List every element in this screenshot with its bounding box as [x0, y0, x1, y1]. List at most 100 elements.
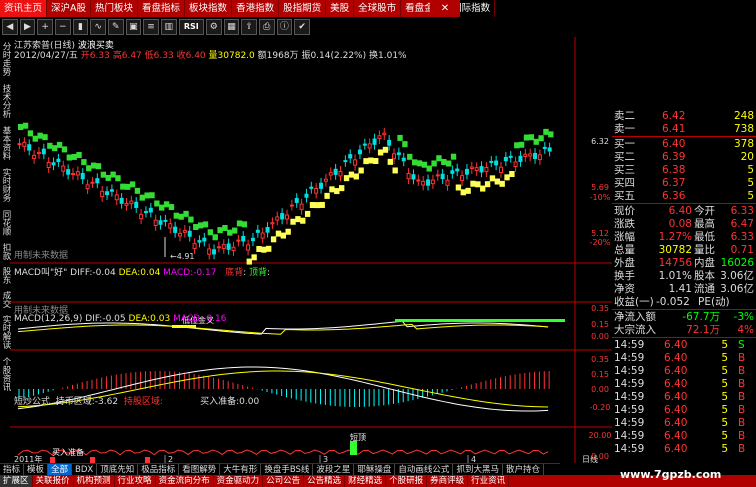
extension-tab[interactable]: 券商评级: [427, 475, 469, 487]
extension-tab[interactable]: 扩展区: [0, 475, 33, 487]
indicator-tab[interactable]: 耶稣操盘: [354, 464, 396, 475]
top-menu-item[interactable]: 板块指数: [185, 0, 233, 17]
extension-tab[interactable]: 机构预测: [74, 475, 115, 487]
quote-cell: 6.38: [662, 164, 686, 176]
wave-step: [475, 181, 481, 188]
print-icon[interactable]: ⎙: [258, 19, 275, 35]
info-icon[interactable]: ⓘ: [276, 19, 293, 35]
quote-cell: 外盘: [614, 257, 635, 269]
top-menu-item[interactable]: 热门板块: [91, 0, 139, 17]
indicator-tab[interactable]: 抓到大黑马: [453, 464, 503, 475]
extension-tab[interactable]: 关联报价: [33, 475, 74, 487]
next-icon[interactable]: ▶: [19, 19, 36, 35]
extension-tab[interactable]: 个股研报: [386, 475, 428, 487]
flow-row: 大宗流入 72.1万 4%: [612, 324, 756, 337]
wave-step: [61, 146, 68, 153]
candle-body: [338, 170, 343, 177]
left-tab[interactable]: 技术分析: [0, 81, 11, 121]
candle-body: [289, 204, 294, 207]
indicator-tab[interactable]: 极品指标: [138, 464, 180, 475]
wave-step: [261, 246, 267, 253]
candle-body: [328, 172, 333, 176]
extension-tab[interactable]: 公司公告: [263, 475, 305, 487]
close-icon[interactable]: ✕: [430, 0, 460, 17]
extension-tab[interactable]: 公告精选: [304, 475, 346, 487]
bid-row: 买五 6.36 5: [612, 190, 756, 203]
stat-row: 现价 6.40 今开 6.33: [612, 205, 756, 218]
extension-tab[interactable]: 资金驱动力: [214, 475, 264, 487]
watermark: www.7gpzb.com: [620, 468, 722, 481]
line-icon[interactable]: ∿: [90, 19, 106, 35]
top-menu-item[interactable]: 深沪A股: [47, 0, 92, 17]
bars-icon[interactable]: ▥: [160, 19, 177, 35]
wave-step: [168, 204, 175, 211]
wave-step: [154, 200, 160, 207]
candle-body: [178, 232, 182, 237]
zoom-out-icon[interactable]: −: [54, 19, 71, 35]
price-tick: 5.69: [591, 183, 609, 192]
extension-tab[interactable]: 行业攻略: [115, 475, 156, 487]
quote-cell: 买五: [614, 190, 635, 202]
top-menu-item[interactable]: 股指期货: [279, 0, 327, 17]
quote-cell: 5: [721, 443, 728, 455]
left-tab[interactable]: 个股资讯: [0, 354, 11, 394]
wave-step: [348, 171, 355, 178]
candle-body: [231, 246, 236, 252]
left-tab[interactable]: 股东: [0, 264, 11, 286]
quote-cell: 5: [721, 339, 728, 351]
left-tab[interactable]: 基本资料: [0, 123, 11, 163]
wave-step: [392, 167, 398, 174]
list-icon[interactable]: ≡: [143, 19, 159, 35]
indicator-tab[interactable]: 波段之星: [313, 464, 355, 475]
quote-cell: 净流入额: [614, 311, 656, 323]
quote-cell: 16026: [720, 257, 754, 269]
extension-tab[interactable]: 财经精选: [345, 475, 387, 487]
prev-icon[interactable]: ◀: [2, 19, 18, 35]
left-tab[interactable]: 扣款: [0, 240, 11, 262]
wave-step: [334, 188, 340, 195]
quote-cell: 6.40: [664, 443, 688, 455]
indicator-tab[interactable]: 散户持仓: [503, 464, 544, 475]
rsi-button[interactable]: RSI: [178, 19, 204, 35]
top-menu-item[interactable]: 资讯主页: [0, 0, 48, 17]
indicator-tab[interactable]: 模板: [24, 464, 49, 475]
draw-icon[interactable]: ✎: [107, 19, 124, 35]
indicator-tab[interactable]: BDX: [72, 464, 98, 475]
quote-cell: 买三: [614, 164, 635, 176]
indicator-tab[interactable]: 换盘手BS线: [261, 464, 314, 475]
left-tab[interactable]: 同花顺: [0, 207, 11, 238]
candle-body: [309, 186, 314, 189]
indicator-tab[interactable]: 自动画线公式: [395, 464, 454, 475]
top-menu-item[interactable]: 全球股市: [354, 0, 402, 17]
candle-body: [314, 187, 319, 194]
left-tab[interactable]: 实时解读: [0, 312, 11, 352]
export-icon[interactable]: ⇪: [241, 19, 257, 35]
indicator-tab[interactable]: 顶底先知: [97, 464, 139, 475]
check-icon[interactable]: ✔: [294, 19, 310, 35]
candle-body: [528, 153, 533, 157]
extension-tab[interactable]: 行业资讯: [468, 475, 510, 487]
left-tab[interactable]: 实时财务: [0, 165, 11, 205]
top-menu-item[interactable]: 美股: [326, 0, 355, 17]
indicator-tab[interactable]: 看图解势: [179, 464, 221, 475]
settings-icon[interactable]: ⚙: [205, 19, 222, 35]
candle-body: [396, 152, 401, 156]
left-tab[interactable]: 成交: [0, 288, 11, 310]
candle-body: [100, 190, 105, 198]
grid-icon[interactable]: ▦: [223, 19, 240, 35]
extension-tab[interactable]: 资金流向分布: [156, 475, 214, 487]
top-menu-item[interactable]: 看盘指标: [138, 0, 186, 17]
quote-cell: 6.40: [662, 138, 686, 150]
window-icon[interactable]: ▣: [125, 19, 142, 35]
wave-step: [416, 160, 423, 167]
zoom-in-icon[interactable]: +: [37, 19, 53, 35]
indicator-tab[interactable]: 指标: [0, 464, 25, 475]
left-tab[interactable]: 分时走势: [0, 39, 11, 79]
top-menu-item[interactable]: 香港指数: [232, 0, 280, 17]
indicator-tab[interactable]: 全部: [48, 464, 73, 475]
wave-step: [241, 221, 248, 228]
wave-step: [266, 245, 272, 252]
indicator-tab[interactable]: 大牛有形: [220, 464, 262, 475]
candle-icon[interactable]: ▮: [72, 19, 89, 35]
quote-cell: 5: [747, 164, 754, 176]
